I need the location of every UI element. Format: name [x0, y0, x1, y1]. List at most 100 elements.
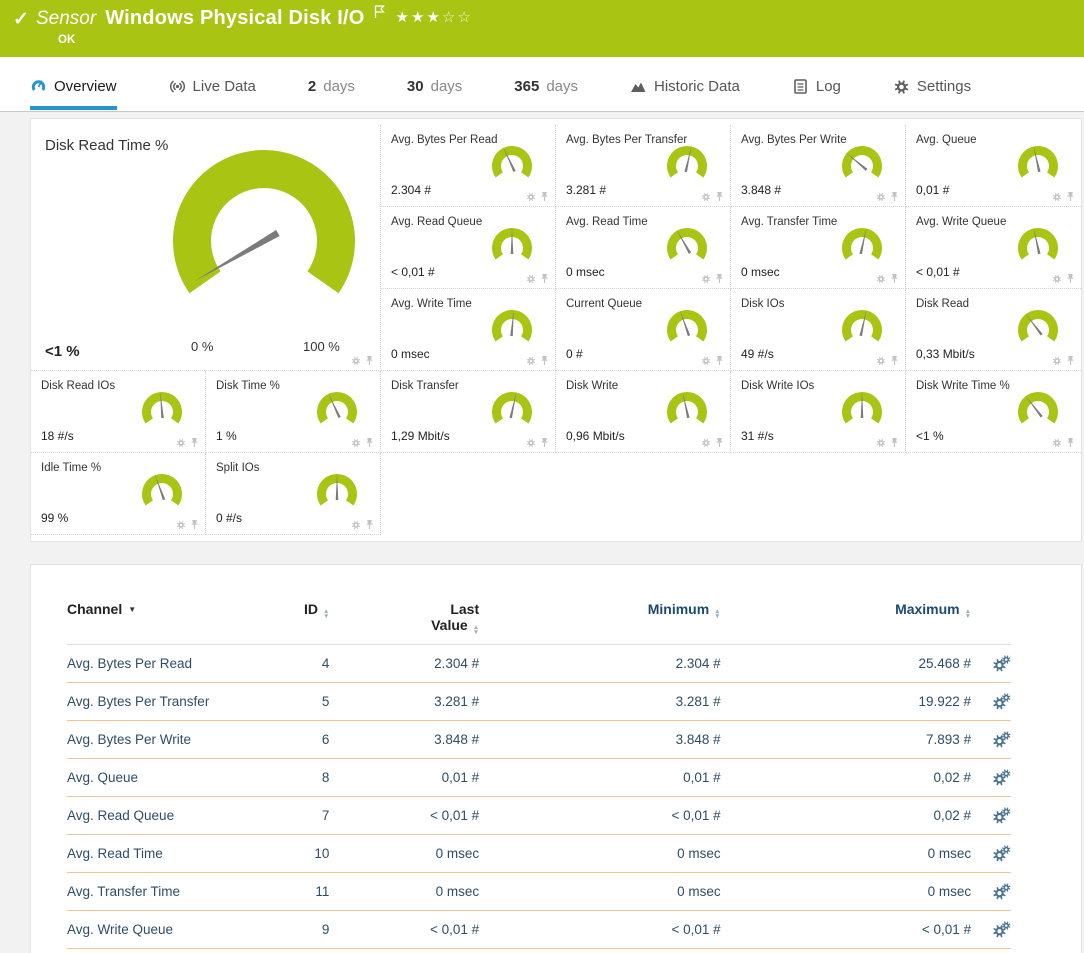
- pin-icon[interactable]: [1066, 191, 1075, 202]
- tab-historic-data[interactable]: Historic Data: [630, 78, 740, 110]
- channel-maximum: 0 msec: [721, 846, 971, 861]
- pin-icon[interactable]: [190, 519, 199, 530]
- star-filled-icon[interactable]: ★: [396, 9, 411, 26]
- flag-icon[interactable]: [374, 5, 385, 24]
- pin-icon[interactable]: [365, 437, 374, 448]
- pin-icon[interactable]: [715, 273, 724, 284]
- settings-gear-icon[interactable]: [351, 356, 361, 366]
- settings-gear-icon[interactable]: [876, 356, 886, 366]
- gauge-cell: Current Queue0 #: [556, 289, 731, 371]
- table-row[interactable]: Avg. Bytes Per Read42.304 #2.304 #25.468…: [67, 645, 1011, 683]
- settings-gear-icon[interactable]: [526, 438, 536, 448]
- settings-gear-icon[interactable]: [701, 192, 711, 202]
- settings-gear-icon[interactable]: [876, 274, 886, 284]
- pin-icon[interactable]: [890, 191, 899, 202]
- settings-gear-icon[interactable]: [351, 438, 361, 448]
- pin-icon[interactable]: [890, 273, 899, 284]
- tab-live-data[interactable]: Live Data: [169, 78, 256, 110]
- tab-number: 30: [407, 78, 424, 95]
- channel-settings-gears-icon[interactable]: [992, 845, 1011, 862]
- table-row[interactable]: Avg. Bytes Per Transfer53.281 #3.281 #19…: [67, 683, 1011, 721]
- gauge-value: <1 %: [45, 343, 80, 360]
- column-header-last-value[interactable]: Last Value▲▼: [329, 601, 479, 635]
- channel-settings-gears-icon[interactable]: [992, 731, 1011, 748]
- pin-icon[interactable]: [1066, 273, 1075, 284]
- pin-icon[interactable]: [190, 437, 199, 448]
- settings-gear-icon[interactable]: [701, 274, 711, 284]
- channel-name[interactable]: Avg. Bytes Per Write: [67, 732, 272, 747]
- settings-gear-icon[interactable]: [351, 520, 361, 530]
- channel-id: 6: [272, 732, 330, 747]
- channel-name[interactable]: Avg. Read Time: [67, 846, 272, 861]
- column-header-label: Minimum: [648, 601, 709, 617]
- star-filled-icon[interactable]: ★: [426, 9, 441, 26]
- pin-icon[interactable]: [540, 437, 549, 448]
- settings-gear-icon[interactable]: [876, 438, 886, 448]
- pin-icon[interactable]: [365, 519, 374, 530]
- column-header-minimum[interactable]: Minimum▲▼: [479, 601, 720, 619]
- tab-label: Historic Data: [654, 78, 740, 95]
- settings-gear-icon[interactable]: [701, 438, 711, 448]
- settings-gear-icon[interactable]: [526, 192, 536, 202]
- settings-gear-icon[interactable]: [701, 356, 711, 366]
- settings-gear-icon[interactable]: [176, 438, 186, 448]
- channel-name[interactable]: Avg. Read Queue: [67, 808, 272, 823]
- star-empty-icon[interactable]: ☆: [457, 9, 472, 26]
- table-row[interactable]: Avg. Bytes Per Write63.848 #3.848 #7.893…: [67, 721, 1011, 759]
- column-header-id[interactable]: ID▲▼: [272, 601, 330, 619]
- channel-settings-gears-icon[interactable]: [992, 807, 1011, 824]
- star-filled-icon[interactable]: ★: [411, 9, 426, 26]
- settings-gear-icon[interactable]: [1052, 438, 1062, 448]
- pin-icon[interactable]: [540, 191, 549, 202]
- table-row[interactable]: Avg. Transfer Time110 msec0 msec0 msec: [67, 873, 1011, 911]
- gauge-dial: [312, 387, 362, 442]
- channel-settings-gears-icon[interactable]: [992, 693, 1011, 710]
- tab-log[interactable]: Log: [792, 78, 841, 110]
- pin-icon[interactable]: [715, 355, 724, 366]
- tab-settings[interactable]: Settings: [893, 78, 971, 110]
- sort-icon: ▲▼: [473, 625, 479, 635]
- settings-gear-icon[interactable]: [1052, 274, 1062, 284]
- table-row[interactable]: Avg. Read Time100 msec0 msec0 msec: [67, 835, 1011, 873]
- channel-name[interactable]: Avg. Bytes Per Read: [67, 656, 272, 671]
- settings-gear-icon[interactable]: [526, 274, 536, 284]
- table-row[interactable]: Avg. Read Queue7< 0,01 #< 0,01 #0,02 #: [67, 797, 1011, 835]
- channel-settings-gears-icon[interactable]: [992, 883, 1011, 900]
- pin-icon[interactable]: [1066, 437, 1075, 448]
- pin-icon[interactable]: [715, 191, 724, 202]
- pin-icon[interactable]: [365, 355, 374, 366]
- channel-name[interactable]: Avg. Transfer Time: [67, 884, 272, 899]
- pin-icon[interactable]: [540, 273, 549, 284]
- column-header-maximum[interactable]: Maximum▲▼: [721, 601, 971, 619]
- table-row[interactable]: Avg. Queue80,01 #0,01 #0,02 #: [67, 759, 1011, 797]
- tab-365-days[interactable]: 365days: [514, 78, 578, 110]
- pin-icon[interactable]: [715, 437, 724, 448]
- channel-name[interactable]: Avg. Queue: [67, 770, 272, 785]
- pin-icon[interactable]: [890, 437, 899, 448]
- channel-settings-gears-icon[interactable]: [992, 769, 1011, 786]
- pin-icon[interactable]: [1066, 355, 1075, 366]
- tab-30-days[interactable]: 30days: [407, 78, 462, 110]
- column-header-channel[interactable]: Channel▼: [67, 601, 272, 617]
- tab-overview[interactable]: Overview: [30, 78, 117, 110]
- settings-gear-icon[interactable]: [1052, 356, 1062, 366]
- row-actions: [971, 769, 1011, 786]
- channel-name[interactable]: Avg. Write Queue: [67, 922, 272, 937]
- settings-gear-icon[interactable]: [176, 520, 186, 530]
- tab-label: days: [323, 78, 355, 95]
- settings-gear-icon[interactable]: [526, 356, 536, 366]
- channel-settings-gears-icon[interactable]: [992, 655, 1011, 672]
- star-empty-icon[interactable]: ☆: [442, 9, 457, 26]
- pin-icon[interactable]: [540, 355, 549, 366]
- channel-settings-gears-icon[interactable]: [992, 921, 1011, 938]
- tab-2-days[interactable]: 2days: [308, 78, 355, 110]
- tab-label: Overview: [54, 78, 117, 95]
- channel-minimum: 0,01 #: [479, 770, 720, 785]
- table-row[interactable]: Avg. Write Queue9< 0,01 #< 0,01 #< 0,01 …: [67, 911, 1011, 949]
- settings-gear-icon[interactable]: [1052, 192, 1062, 202]
- settings-gear-icon[interactable]: [876, 192, 886, 202]
- pin-icon[interactable]: [890, 355, 899, 366]
- rating-stars[interactable]: ★★★☆☆: [396, 8, 473, 26]
- gauge-footer-icons: [526, 273, 549, 284]
- channel-name[interactable]: Avg. Bytes Per Transfer: [67, 694, 272, 709]
